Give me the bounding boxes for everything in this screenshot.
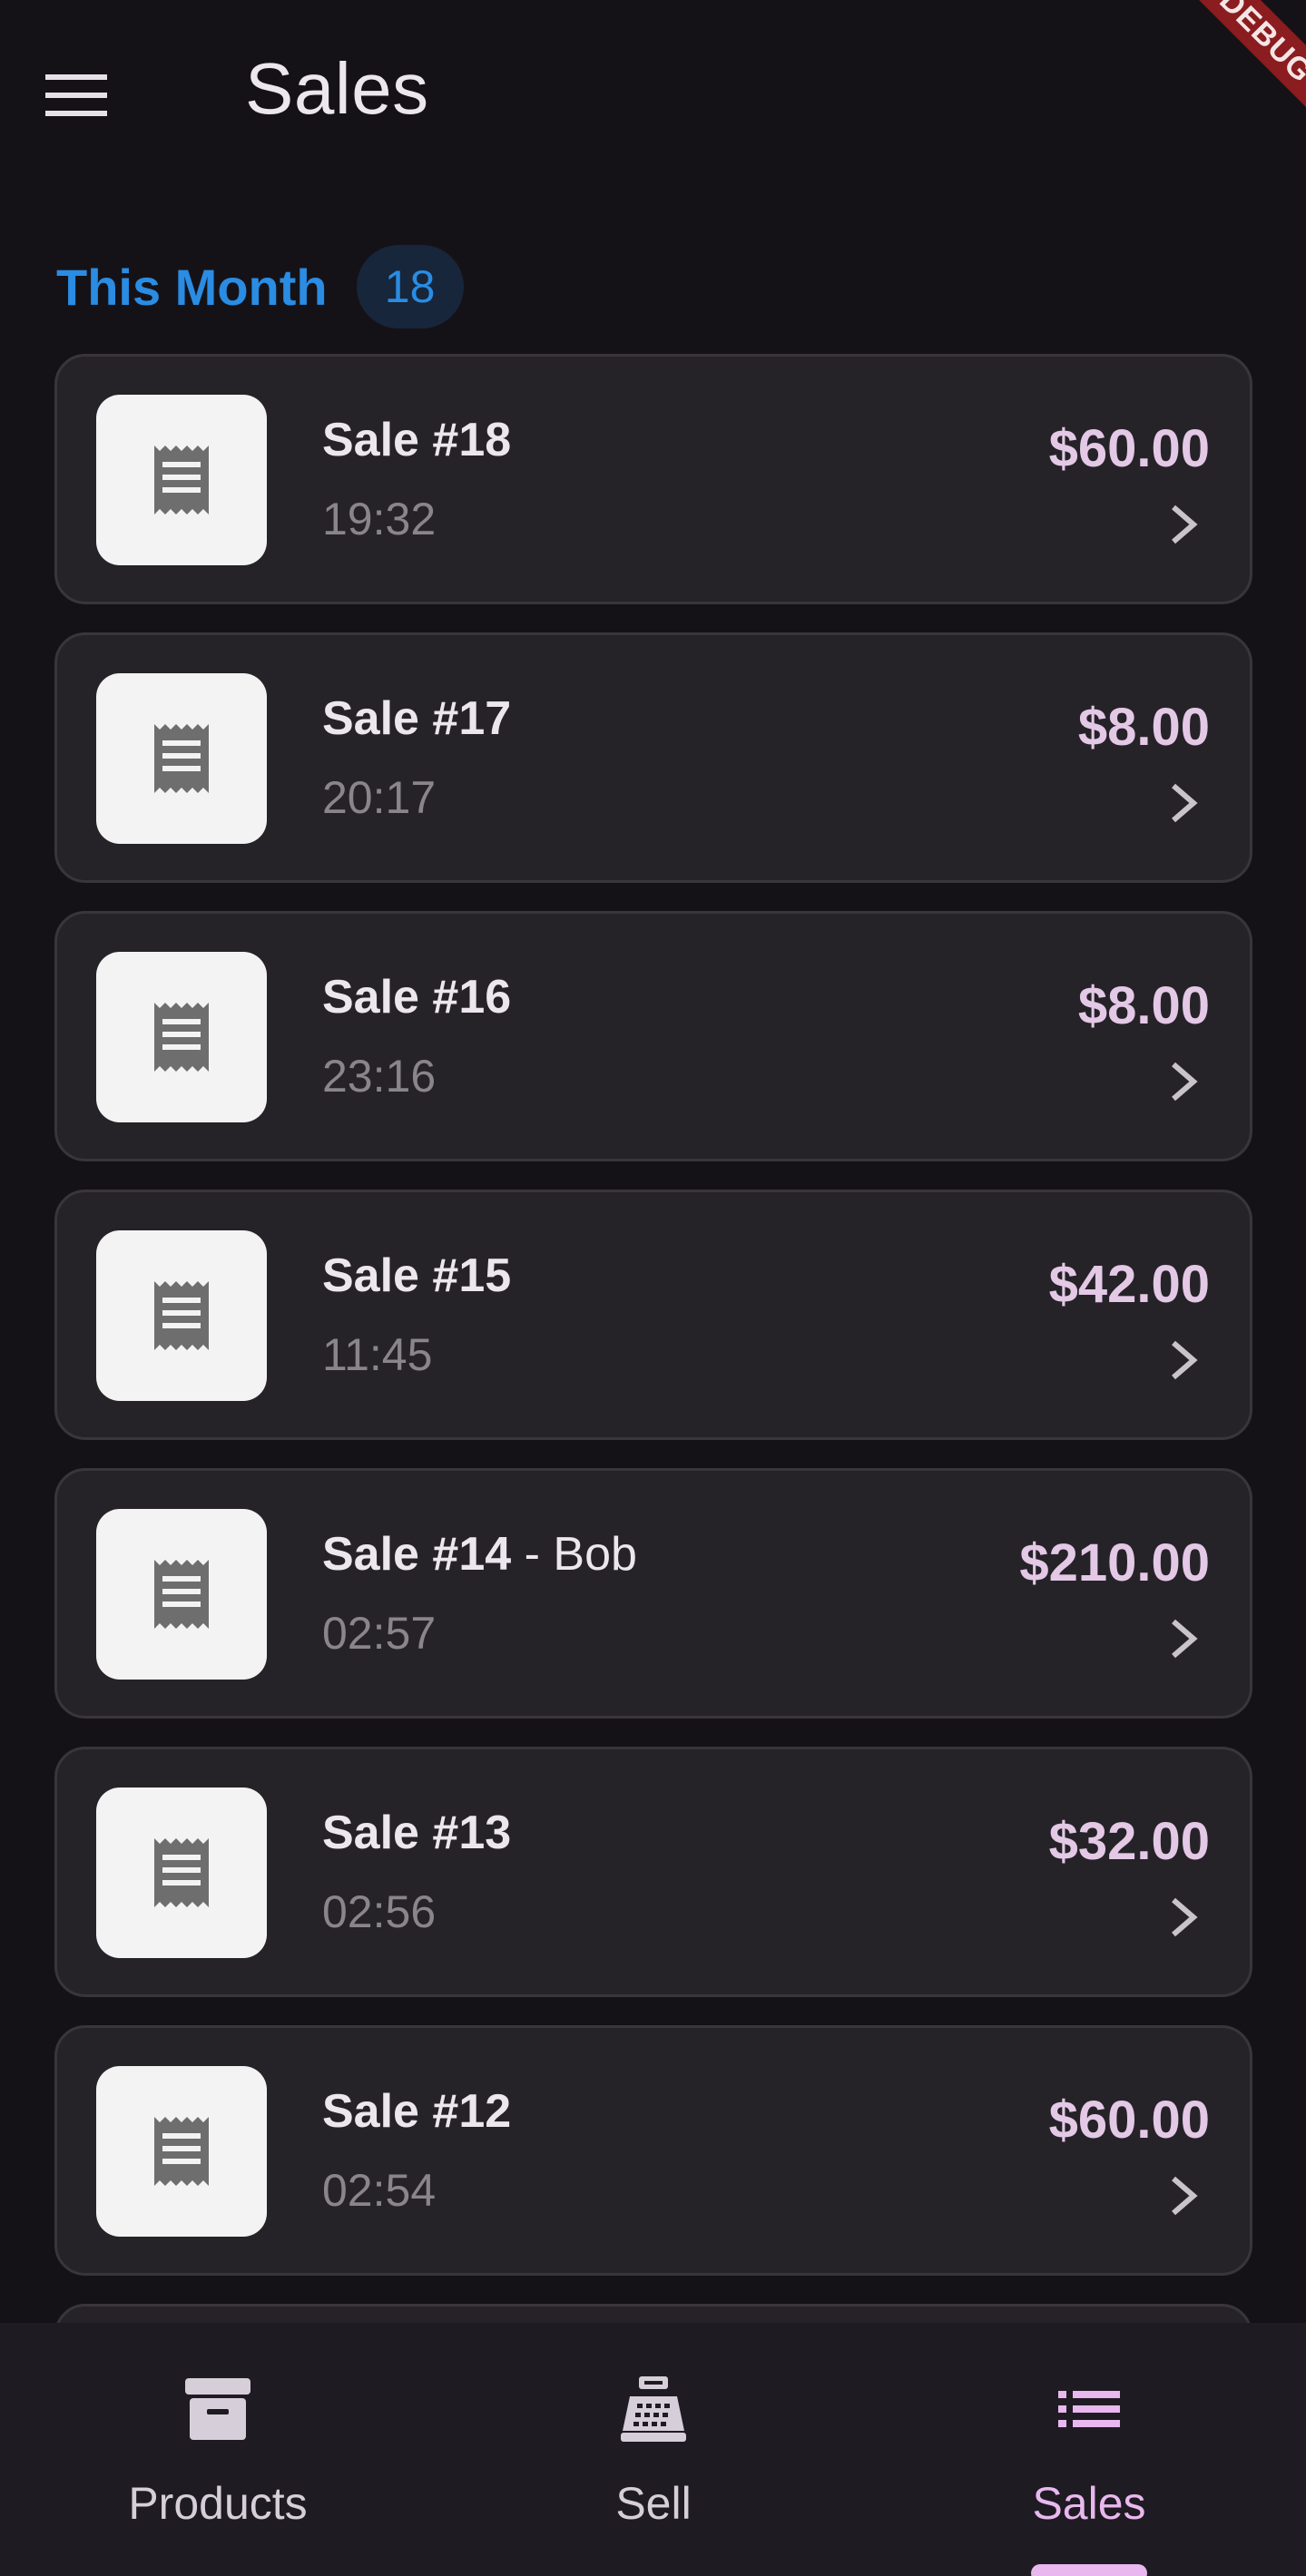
receipt-icon	[154, 2117, 209, 2186]
sale-time: 23:16	[322, 1051, 437, 1102]
chevron-right-icon	[1172, 2176, 1198, 2216]
bottom-navigation: Products Sell Sales	[0, 2323, 1306, 2576]
archive-box-icon	[185, 2378, 250, 2440]
receipt-icon	[154, 1838, 209, 1907]
sale-title: Sale #14 - Bob	[322, 1528, 637, 1581]
sale-card[interactable]: Sale #13 02:56 $32.00	[54, 1747, 1252, 1997]
sale-title: Sale #17	[322, 692, 512, 745]
sale-thumbnail	[96, 2066, 267, 2237]
sale-thumbnail	[96, 673, 267, 844]
debug-banner-label: DEBUG	[1197, 0, 1306, 109]
section-header: This Month 18	[56, 245, 464, 328]
sale-time: 02:57	[322, 1608, 437, 1659]
sale-total: $60.00	[1048, 2091, 1210, 2150]
section-title: This Month	[56, 258, 328, 316]
sale-thumbnail	[96, 952, 267, 1122]
sale-thumbnail	[96, 1509, 267, 1680]
nav-item-sales[interactable]: Sales	[871, 2323, 1306, 2576]
home-indicator	[1031, 2564, 1147, 2576]
nav-item-products[interactable]: Products	[0, 2323, 436, 2576]
sale-time: 02:56	[322, 1886, 437, 1937]
receipt-icon	[154, 1281, 209, 1350]
chevron-right-icon	[1172, 1340, 1198, 1380]
app-bar: Sales	[0, 0, 1306, 191]
list-icon	[1058, 2391, 1120, 2427]
sale-title: Sale #12	[322, 2085, 512, 2138]
sale-total: $8.00	[1077, 976, 1210, 1035]
sale-thumbnail	[96, 1788, 267, 1958]
receipt-icon	[154, 1003, 209, 1072]
sale-thumbnail	[96, 1230, 267, 1401]
sale-card[interactable]: Sale #17 20:17 $8.00	[54, 632, 1252, 883]
sale-card[interactable]: Sale #16 23:16 $8.00	[54, 911, 1252, 1161]
sale-time: 19:32	[322, 494, 437, 544]
sale-title: Sale #18	[322, 414, 512, 466]
sale-title: Sale #15	[322, 1249, 512, 1302]
sale-card-partial[interactable]	[54, 2304, 1252, 2323]
cash-register-icon	[621, 2376, 686, 2442]
sale-card[interactable]: Sale #18 19:32 $60.00	[54, 354, 1252, 604]
page-title: Sales	[245, 48, 429, 129]
menu-icon	[45, 74, 107, 116]
chevron-right-icon	[1172, 1897, 1198, 1937]
sale-total: $32.00	[1048, 1812, 1210, 1871]
sale-total: $210.00	[1019, 1533, 1210, 1592]
nav-item-sell[interactable]: Sell	[436, 2323, 871, 2576]
menu-button[interactable]	[45, 50, 145, 141]
chevron-right-icon	[1172, 783, 1198, 823]
chevron-right-icon	[1172, 504, 1198, 544]
sale-title: Sale #16	[322, 971, 512, 1024]
sale-total: $8.00	[1077, 698, 1210, 757]
sale-time: 20:17	[322, 772, 437, 823]
sale-total: $60.00	[1048, 419, 1210, 478]
sales-list: Sale #18 19:32 $60.00 Sale #17 20:17 $8.…	[54, 354, 1252, 2323]
count-badge: 18	[356, 245, 464, 328]
nav-label-sales: Sales	[1032, 2478, 1146, 2529]
nav-label-sell: Sell	[615, 2478, 692, 2529]
chevron-right-icon	[1172, 1062, 1198, 1102]
debug-banner: DEBUG	[1197, 0, 1306, 109]
sale-total: $42.00	[1048, 1255, 1210, 1314]
sale-time: 02:54	[322, 2165, 437, 2216]
chevron-right-icon	[1172, 1619, 1198, 1659]
sale-thumbnail	[96, 395, 267, 565]
receipt-icon	[154, 1560, 209, 1629]
sale-title: Sale #13	[322, 1807, 512, 1859]
receipt-icon	[154, 724, 209, 793]
sale-card[interactable]: Sale #12 02:54 $60.00	[54, 2025, 1252, 2276]
receipt-icon	[154, 446, 209, 514]
sale-card[interactable]: Sale #15 11:45 $42.00	[54, 1190, 1252, 1440]
sale-time: 11:45	[322, 1329, 433, 1380]
sale-card[interactable]: Sale #14 - Bob 02:57 $210.00	[54, 1468, 1252, 1719]
nav-label-products: Products	[128, 2478, 308, 2529]
